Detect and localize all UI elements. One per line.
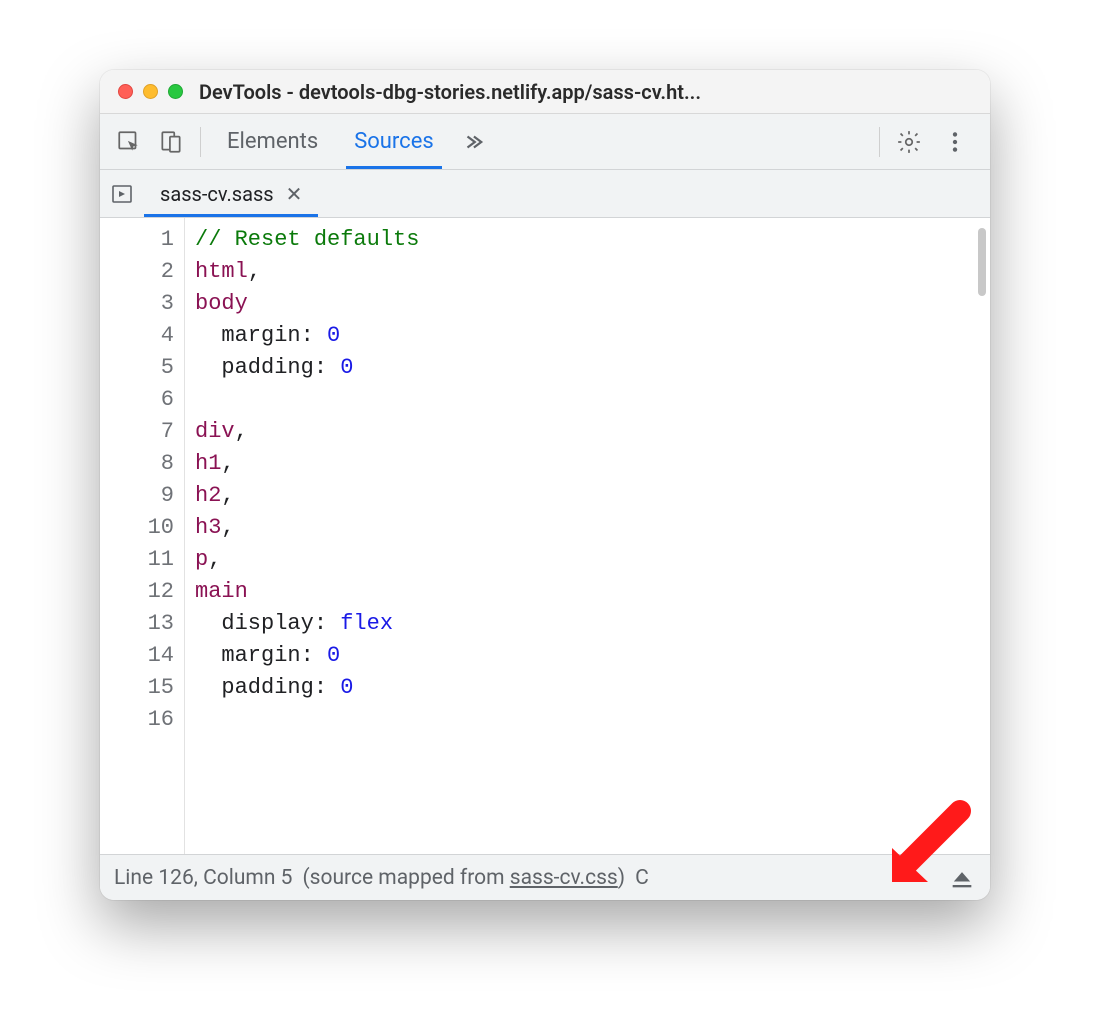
device-toolbar-icon[interactable] — [150, 121, 192, 163]
line-number: 2 — [100, 256, 174, 288]
close-window-button[interactable] — [118, 84, 133, 99]
code-line[interactable]: p, — [195, 544, 980, 576]
line-number: 11 — [100, 544, 174, 576]
tab-sources[interactable]: Sources — [336, 114, 452, 169]
line-number: 7 — [100, 416, 174, 448]
line-number: 16 — [100, 704, 174, 736]
code-line[interactable]: margin: 0 — [195, 320, 980, 352]
line-number: 4 — [100, 320, 174, 352]
code-line[interactable]: h3, — [195, 512, 980, 544]
line-number: 14 — [100, 640, 174, 672]
code-line[interactable]: body — [195, 288, 980, 320]
divider — [879, 127, 880, 157]
cursor-position: Line 126, Column 5 — [114, 866, 292, 890]
line-number: 12 — [100, 576, 174, 608]
line-number: 10 — [100, 512, 174, 544]
code-line[interactable]: // Reset defaults — [195, 224, 980, 256]
tab-elements[interactable]: Elements — [209, 114, 336, 169]
file-tabs-bar: sass-cv.sass ✕ — [100, 170, 990, 218]
code-line[interactable] — [195, 384, 980, 416]
code-line[interactable]: padding: 0 — [195, 352, 980, 384]
minimize-window-button[interactable] — [143, 84, 158, 99]
code-line[interactable]: margin: 0 — [195, 640, 980, 672]
navigator-toggle-icon[interactable] — [100, 170, 144, 217]
code-line[interactable]: html, — [195, 256, 980, 288]
line-number: 1 — [100, 224, 174, 256]
code-line[interactable]: main — [195, 576, 980, 608]
line-number: 13 — [100, 608, 174, 640]
more-tabs-button[interactable] — [452, 114, 494, 169]
line-number: 3 — [100, 288, 174, 320]
source-map-link[interactable]: sass-cv.css — [510, 866, 618, 890]
status-trailing: C — [635, 866, 649, 890]
panel-tabs: Elements Sources — [209, 114, 871, 169]
toolbar-right — [888, 121, 982, 163]
inspect-element-icon[interactable] — [108, 121, 150, 163]
settings-icon[interactable] — [888, 121, 930, 163]
close-tab-icon[interactable]: ✕ — [286, 182, 303, 206]
line-number: 5 — [100, 352, 174, 384]
code-line[interactable]: h2, — [195, 480, 980, 512]
maximize-window-button[interactable] — [168, 84, 183, 99]
devtools-toolbar: Elements Sources — [100, 114, 990, 170]
divider — [200, 127, 201, 157]
titlebar: DevTools - devtools-dbg-stories.netlify.… — [100, 70, 990, 114]
line-number: 8 — [100, 448, 174, 480]
window-title: DevTools - devtools-dbg-stories.netlify.… — [199, 80, 972, 104]
line-number: 15 — [100, 672, 174, 704]
window-controls — [118, 84, 183, 99]
code-line[interactable] — [195, 704, 980, 736]
kebab-menu-icon[interactable] — [934, 121, 976, 163]
code-line[interactable]: padding: 0 — [195, 672, 980, 704]
file-tab-sass-cv[interactable]: sass-cv.sass ✕ — [144, 170, 318, 217]
devtools-window: DevTools - devtools-dbg-stories.netlify.… — [100, 70, 990, 900]
code-line[interactable]: display: flex — [195, 608, 980, 640]
status-bar: Line 126, Column 5 (source mapped from s… — [100, 854, 990, 900]
code-line[interactable]: h1, — [195, 448, 980, 480]
line-number: 6 — [100, 384, 174, 416]
line-number: 9 — [100, 480, 174, 512]
drawer-toggle-icon[interactable] — [948, 864, 976, 892]
code-content[interactable]: // Reset defaultshtml,body margin: 0 pad… — [184, 218, 990, 854]
source-map-info: (source mapped from sass-cv.css) — [302, 866, 625, 890]
scrollbar-thumb[interactable] — [978, 228, 986, 296]
code-line[interactable]: div, — [195, 416, 980, 448]
code-editor[interactable]: 12345678910111213141516 // Reset default… — [100, 218, 990, 854]
line-number-gutter: 12345678910111213141516 — [100, 218, 184, 854]
file-tab-label: sass-cv.sass — [160, 182, 274, 206]
